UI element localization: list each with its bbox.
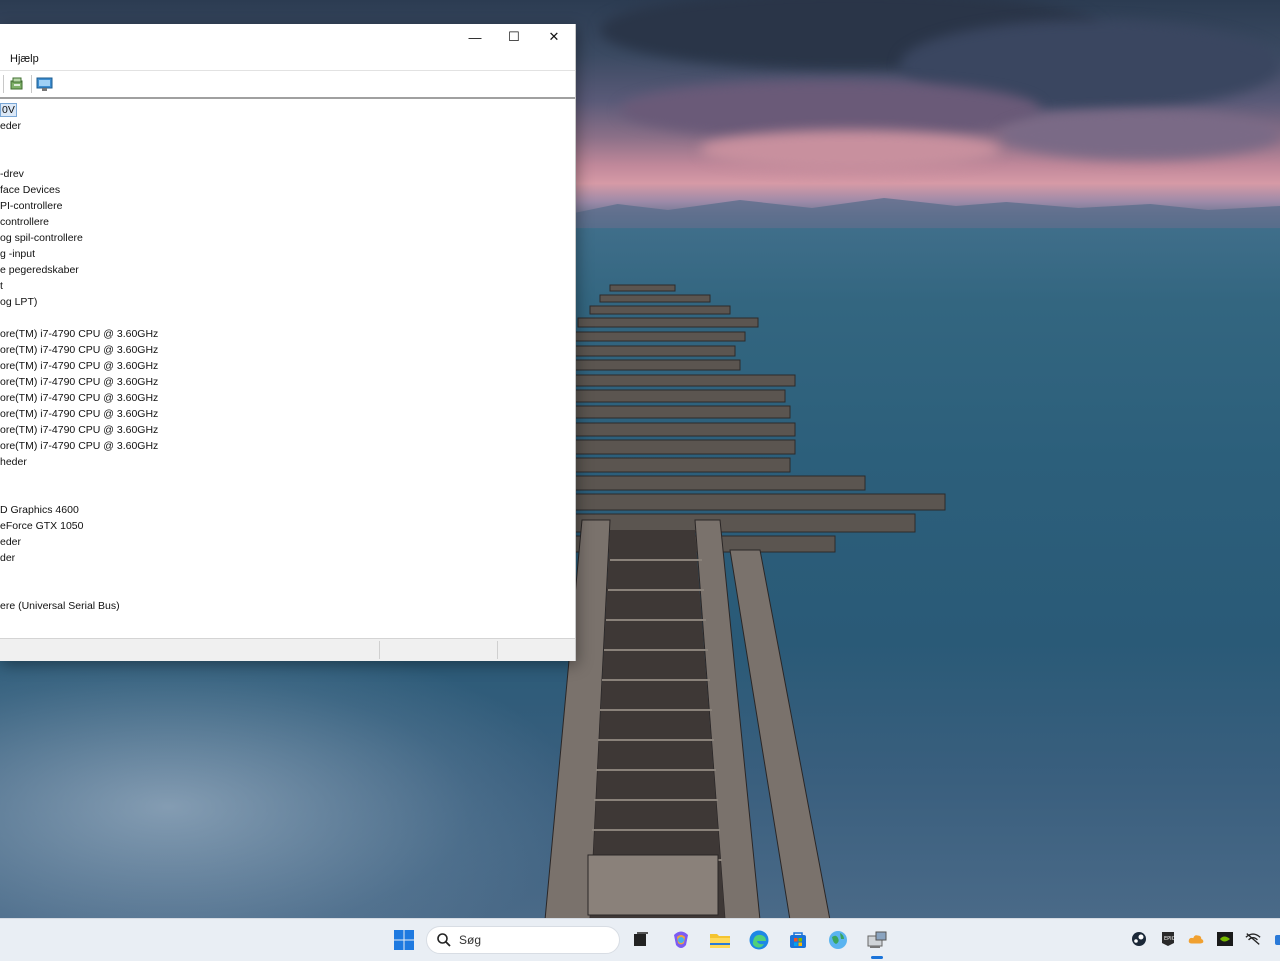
tree-item-label: PI-controllere: [0, 200, 63, 212]
tree-item-label: D Graphics 4600: [0, 504, 79, 516]
menu-help[interactable]: Hjælp: [10, 53, 39, 65]
tree-item[interactable]: ore(TM) i7-4790 CPU @ 3.60GHz: [0, 422, 158, 438]
taskbar-search[interactable]: Søg: [426, 926, 620, 954]
tree-item[interactable]: t: [0, 278, 3, 294]
task-view-icon[interactable]: [628, 927, 654, 953]
tree-item[interactable]: ore(TM) i7-4790 CPU @ 3.60GHz: [0, 326, 158, 342]
tree-item-label: eder: [0, 120, 22, 132]
status-divider: [497, 641, 498, 659]
tree-item-label: ore(TM) i7-4790 CPU @ 3.60GHz: [0, 376, 159, 388]
tree-item-label: ore(TM) i7-4790 CPU @ 3.60GHz: [0, 424, 159, 436]
tree-item[interactable]: face Devices: [0, 182, 60, 198]
tree-item-label: ore(TM) i7-4790 CPU @ 3.60GHz: [0, 328, 159, 340]
cloud: [1000, 110, 1280, 160]
windows-start-icon[interactable]: [391, 927, 417, 953]
tree-item[interactable]: ore(TM) i7-4790 CPU @ 3.60GHz: [0, 438, 158, 454]
notification-edge[interactable]: [1275, 935, 1280, 945]
tree-item-label: e pegeredskaber: [0, 264, 79, 276]
tree-item[interactable]: ere (Universal Serial Bus): [0, 598, 120, 614]
toolbar-separator: [3, 75, 4, 93]
tree-item-label: heder: [0, 456, 27, 468]
tree-item[interactable]: ore(TM) i7-4790 CPU @ 3.60GHz: [0, 358, 158, 374]
tree-item[interactable]: 0V: [0, 102, 17, 118]
monitor-scan-icon[interactable]: [35, 74, 55, 94]
tree-item[interactable]: ore(TM) i7-4790 CPU @ 3.60GHz: [0, 374, 158, 390]
content-border: [0, 97, 575, 99]
menu-bar: Hjælp: [0, 50, 575, 70]
search-icon: [436, 932, 452, 953]
device-tree: 0V eder -drev face Devices PI-controllere con…: [0, 100, 575, 638]
tree-item[interactable]: g -input: [0, 246, 35, 262]
tree-item-label: ore(TM) i7-4790 CPU @ 3.60GHz: [0, 408, 159, 420]
tree-item-label: t: [0, 280, 3, 292]
cloud-storage-icon[interactable]: [1188, 931, 1204, 947]
tree-item[interactable]: ore(TM) i7-4790 CPU @ 3.60GHz: [0, 342, 158, 358]
tree-item[interactable]: ore(TM) i7-4790 CPU @ 3.60GHz: [0, 390, 158, 406]
tree-item[interactable]: ore(TM) i7-4790 CPU @ 3.60GHz: [0, 406, 158, 422]
status-divider: [379, 641, 380, 659]
tree-item-label: ore(TM) i7-4790 CPU @ 3.60GHz: [0, 392, 159, 404]
microsoft-store-icon[interactable]: [785, 927, 811, 953]
tree-item-label: der: [0, 552, 16, 564]
cloud: [700, 130, 1000, 170]
tree-item-label: ere (Universal Serial Bus): [0, 600, 120, 612]
search-placeholder: Søg: [459, 933, 482, 947]
tree-item-label: controllere: [0, 216, 50, 228]
tree-item[interactable]: controllere: [0, 214, 49, 230]
tree-item[interactable]: og spil-controllere: [0, 230, 83, 246]
tree-item-label: face Devices: [0, 184, 61, 196]
maximize-button[interactable]: ☐: [494, 24, 534, 50]
tree-item[interactable]: heder: [0, 454, 27, 470]
tree-item[interactable]: eder: [0, 118, 21, 134]
copilot-icon[interactable]: [668, 927, 694, 953]
title-bar[interactable]: — ☐ ✕: [0, 24, 575, 50]
steam-icon[interactable]: [1131, 931, 1147, 947]
file-explorer-icon[interactable]: [707, 927, 733, 953]
tree-item[interactable]: der: [0, 550, 15, 566]
tree-item[interactable]: eForce GTX 1050: [0, 518, 83, 534]
edge-browser-icon[interactable]: [746, 927, 772, 953]
toolbar: [0, 70, 575, 98]
tree-item-label: ore(TM) i7-4790 CPU @ 3.60GHz: [0, 440, 159, 452]
tree-item[interactable]: og LPT): [0, 294, 37, 310]
tree-item-label: og LPT): [0, 296, 38, 308]
active-app-indicator: [871, 956, 883, 959]
globe-app-icon[interactable]: [825, 927, 851, 953]
network-offline-icon[interactable]: [1245, 931, 1261, 947]
tree-item[interactable]: D Graphics 4600: [0, 502, 79, 518]
tree-item-label: og spil-controllere: [0, 232, 83, 244]
tree-item[interactable]: e pegeredskaber: [0, 262, 79, 278]
close-button[interactable]: ✕: [534, 24, 574, 50]
toolbar-separator: [31, 75, 32, 93]
tree-item[interactable]: -drev: [0, 166, 24, 182]
device-manager-icon[interactable]: [864, 927, 890, 953]
tree-item-label: ore(TM) i7-4790 CPU @ 3.60GHz: [0, 360, 159, 372]
tree-item-label: eder: [0, 536, 22, 548]
epic-games-icon[interactable]: EPIC: [1160, 931, 1176, 947]
svg-text:EPIC: EPIC: [1164, 936, 1175, 942]
taskbar: Søg EPIC: [0, 918, 1280, 961]
tree-item-label: -drev: [0, 168, 24, 180]
minimize-button[interactable]: —: [455, 24, 495, 50]
tree-item-label: 0V: [0, 103, 17, 117]
tree-item-label: eForce GTX 1050: [0, 520, 84, 532]
tree-item-label: ore(TM) i7-4790 CPU @ 3.60GHz: [0, 344, 159, 356]
tree-item-label: g -input: [0, 248, 36, 260]
update-driver-icon[interactable]: [7, 74, 27, 94]
tree-item[interactable]: eder: [0, 534, 21, 550]
mountain-range: [560, 198, 1280, 228]
device-manager-window: — ☐ ✕ Hjælp 0V eder -drev face Devices PI-co…: [0, 24, 576, 661]
nvidia-icon[interactable]: [1217, 931, 1233, 947]
status-bar: [0, 638, 575, 661]
tree-item[interactable]: PI-controllere: [0, 198, 62, 214]
